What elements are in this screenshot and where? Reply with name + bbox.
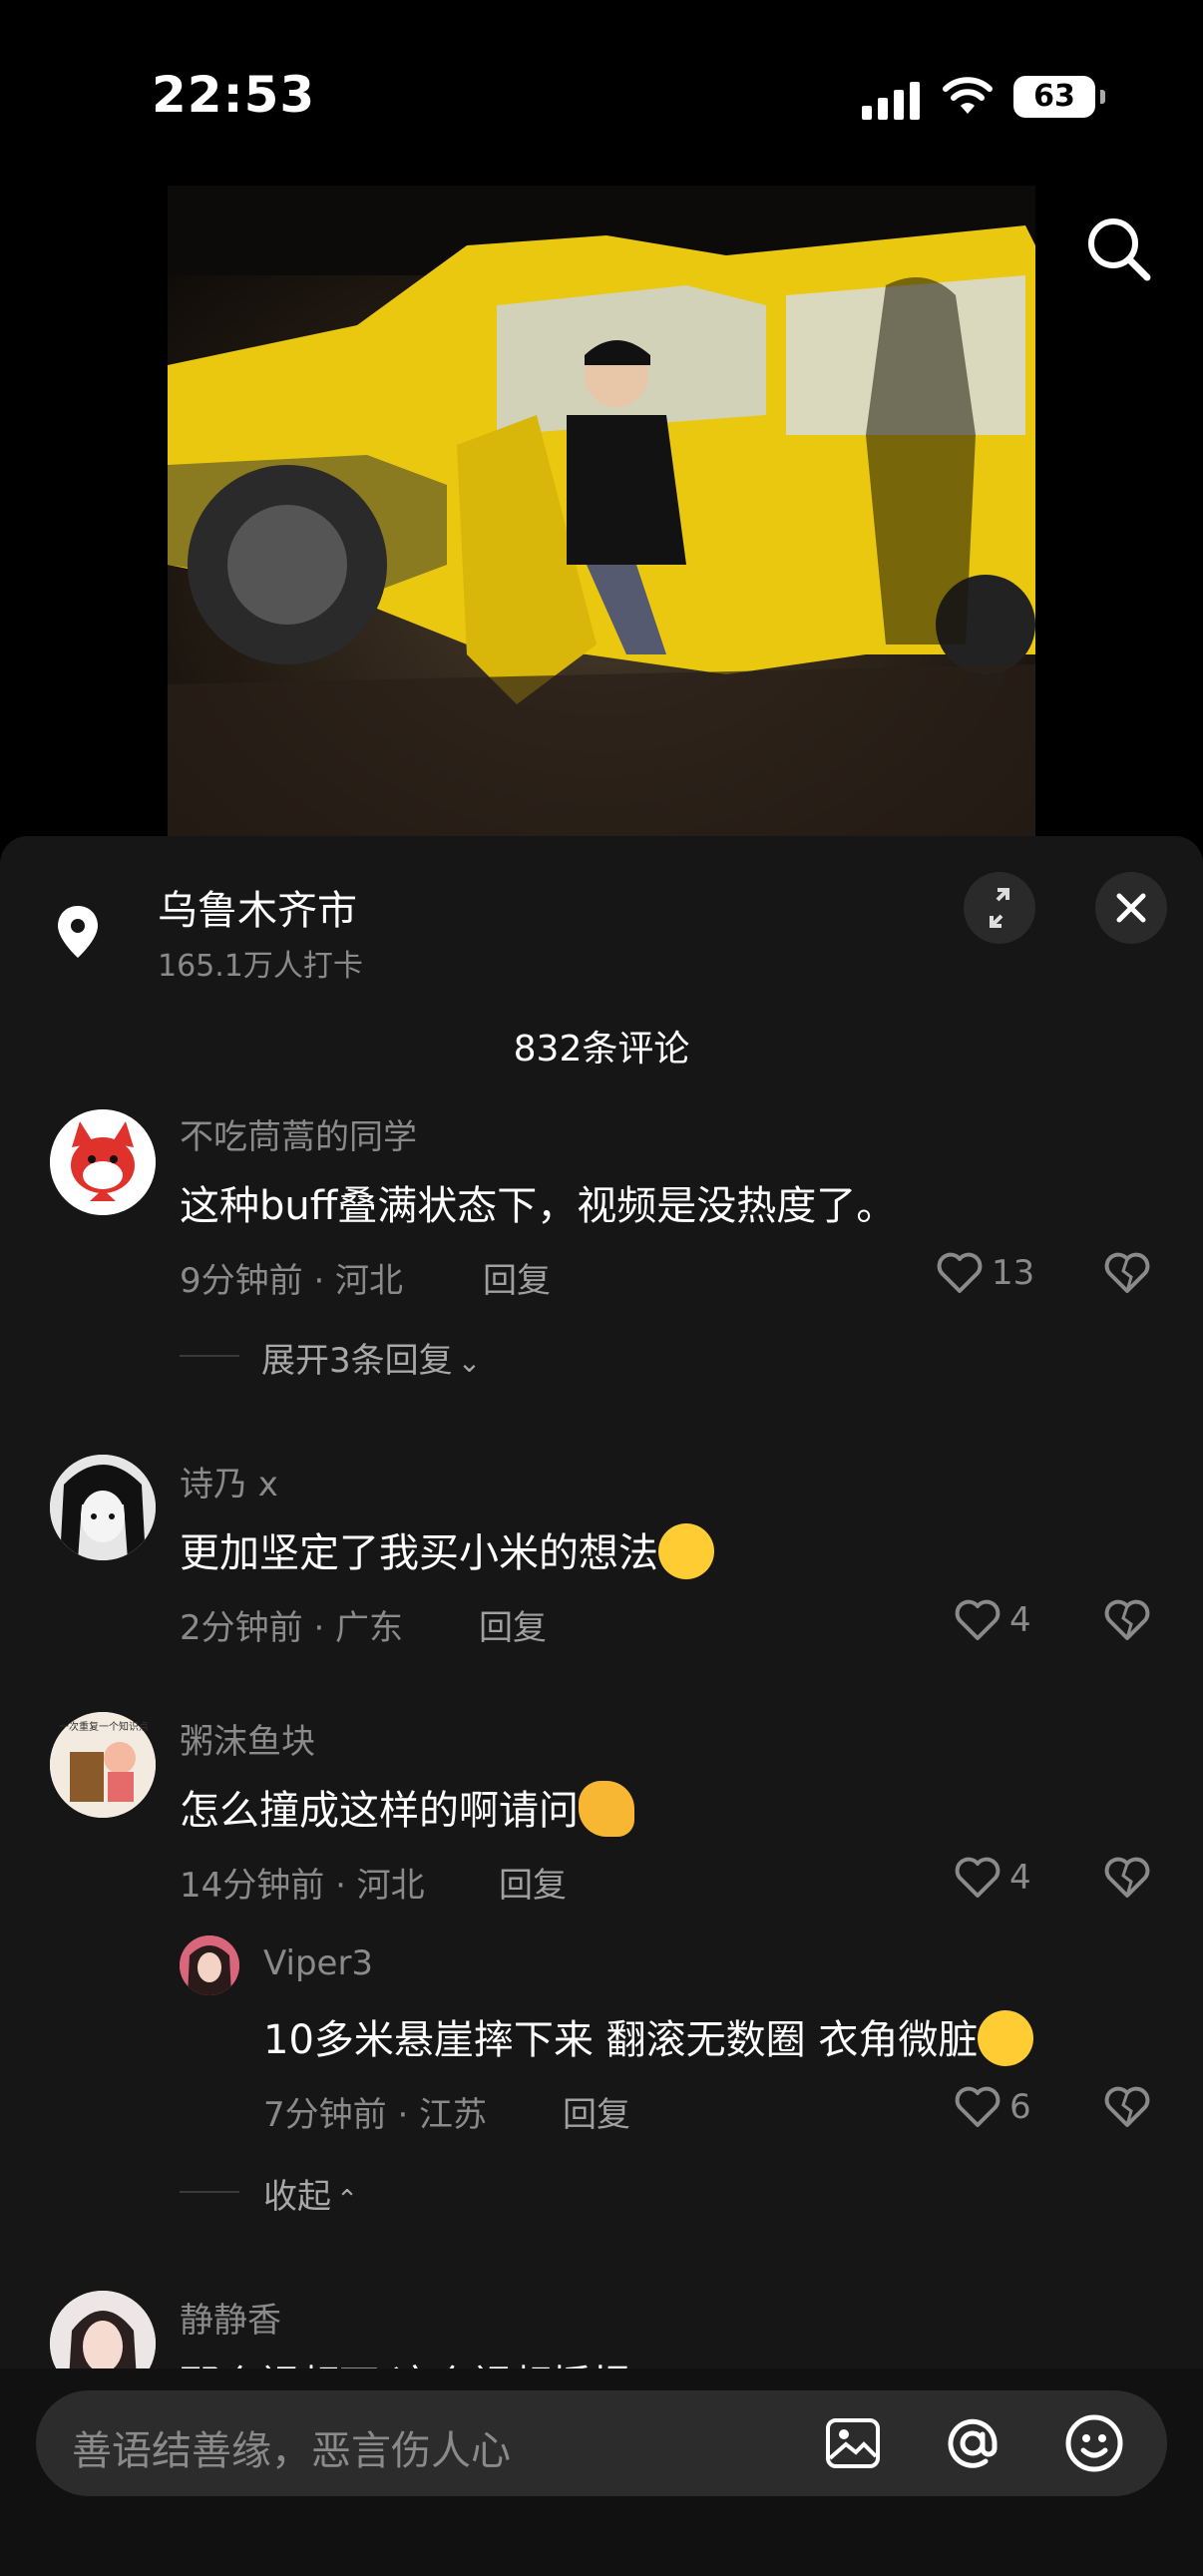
avatar[interactable] [180, 1935, 239, 1995]
mention-at-icon[interactable] [942, 2412, 1003, 2474]
close-icon [1116, 893, 1146, 923]
avatar-caption: 一次重复一个知识点 [59, 1722, 149, 1733]
thinking-person-emoji [579, 1781, 634, 1837]
avatar[interactable] [50, 1455, 156, 1560]
location-pin-icon [58, 906, 98, 958]
chevron-up-icon: ⌃ [336, 2185, 358, 2215]
fox-avatar-icon [50, 1109, 156, 1215]
thread-line [180, 2191, 239, 2193]
comment-username[interactable]: 静静香 [180, 2293, 281, 2342]
location-title[interactable]: 乌鲁木齐市 [158, 878, 357, 936]
comment-meta: 2分钟前 · 广东 [180, 1608, 404, 1648]
comment-username[interactable]: 诗乃 x [180, 1457, 278, 1505]
comment-meta: 14分钟前 · 河北 [180, 1866, 425, 1906]
heart-icon[interactable] [954, 1598, 1002, 1642]
expand-button[interactable] [964, 872, 1035, 944]
post-photo[interactable] [168, 186, 1035, 836]
avatar[interactable] [50, 1109, 156, 1215]
reply-button[interactable]: 回复 [563, 2087, 630, 2136]
comment-input-placeholder: 善语结善缘，恶言伤人心 [72, 2428, 511, 2474]
grinning-face-emoji [978, 2010, 1034, 2066]
search-icon[interactable] [1083, 214, 1155, 285]
reply-text-content: 10多米悬崖摔下来 翻滚无数圈 衣角微脏 [263, 2017, 979, 2063]
like-count: 6 [1009, 2087, 1031, 2127]
expand-replies-label: 展开3条回复 [261, 1341, 453, 1381]
reply-button[interactable]: 回复 [479, 1600, 547, 1649]
comment-meta: 9分钟前 · 河北 [180, 1261, 404, 1301]
comment-username[interactable]: 粥沫鱼块 [180, 1714, 315, 1763]
expand-icon [990, 888, 1009, 928]
girl-avatar-icon [180, 1935, 239, 1995]
emoji-icon[interactable] [1063, 2412, 1125, 2474]
reply-button[interactable]: 回复 [483, 1253, 551, 1302]
comment-text-content: 怎么撞成这样的啊请问 [180, 1788, 579, 1834]
anime-girl-avatar-icon [50, 1455, 156, 1560]
cellular-signal-icon [862, 82, 922, 120]
reply-button[interactable]: 回复 [499, 1858, 567, 1907]
heart-icon[interactable] [954, 2085, 1002, 2129]
comment-text: 怎么撞成这样的啊请问 [180, 1778, 634, 1841]
close-button[interactable] [1095, 872, 1167, 944]
reply-meta: 7分钟前 · 江苏 [263, 2095, 488, 2135]
heart-icon[interactable] [936, 1251, 984, 1295]
location-checkins: 165.1万人打卡 [158, 949, 363, 984]
broken-heart-icon[interactable] [1103, 1856, 1151, 1900]
like-count: 4 [1009, 1858, 1031, 1898]
comment-text-content: 更加坚定了我买小米的想法 [180, 1530, 658, 1576]
crying-face-emoji [658, 1523, 714, 1579]
crashed-car-photo [168, 186, 1035, 836]
comment-text: 那个视频下 这个视频播报 [180, 2353, 631, 2368]
thread-line [180, 1355, 239, 1357]
comment-count: 832条评论 [513, 1029, 690, 1070]
battery-indicator: 63 [1013, 76, 1105, 118]
expand-replies-button[interactable]: 展开3条回复 ⌄ [261, 1333, 481, 1382]
reply-text: 10多米悬崖摔下来 翻滚无数圈 衣角微脏 [263, 2007, 1034, 2070]
heart-icon[interactable] [954, 1856, 1002, 1900]
chevron-down-icon: ⌄ [457, 1346, 482, 1379]
image-icon[interactable] [824, 2414, 882, 2472]
collapse-label: 收起 [263, 2177, 331, 2217]
broken-heart-icon[interactable] [1103, 2085, 1151, 2129]
broken-heart-icon[interactable] [1103, 1598, 1151, 1642]
status-time: 22:53 [152, 66, 316, 124]
comment-text: 更加坚定了我买小米的想法 [180, 1520, 714, 1583]
like-count: 4 [1009, 1600, 1031, 1640]
like-count: 13 [992, 1253, 1035, 1293]
comment-username[interactable]: 不吃茼蒿的同学 [180, 1109, 417, 1158]
collapse-replies-button[interactable]: 收起 ⌃ [263, 2169, 358, 2218]
reply-username[interactable]: Viper3 [263, 1943, 373, 1983]
wifi-icon [943, 77, 993, 114]
broken-heart-icon[interactable] [1103, 1251, 1151, 1295]
comment-text: 这种buff叠满状态下，视频是没热度了。 [180, 1183, 897, 1229]
